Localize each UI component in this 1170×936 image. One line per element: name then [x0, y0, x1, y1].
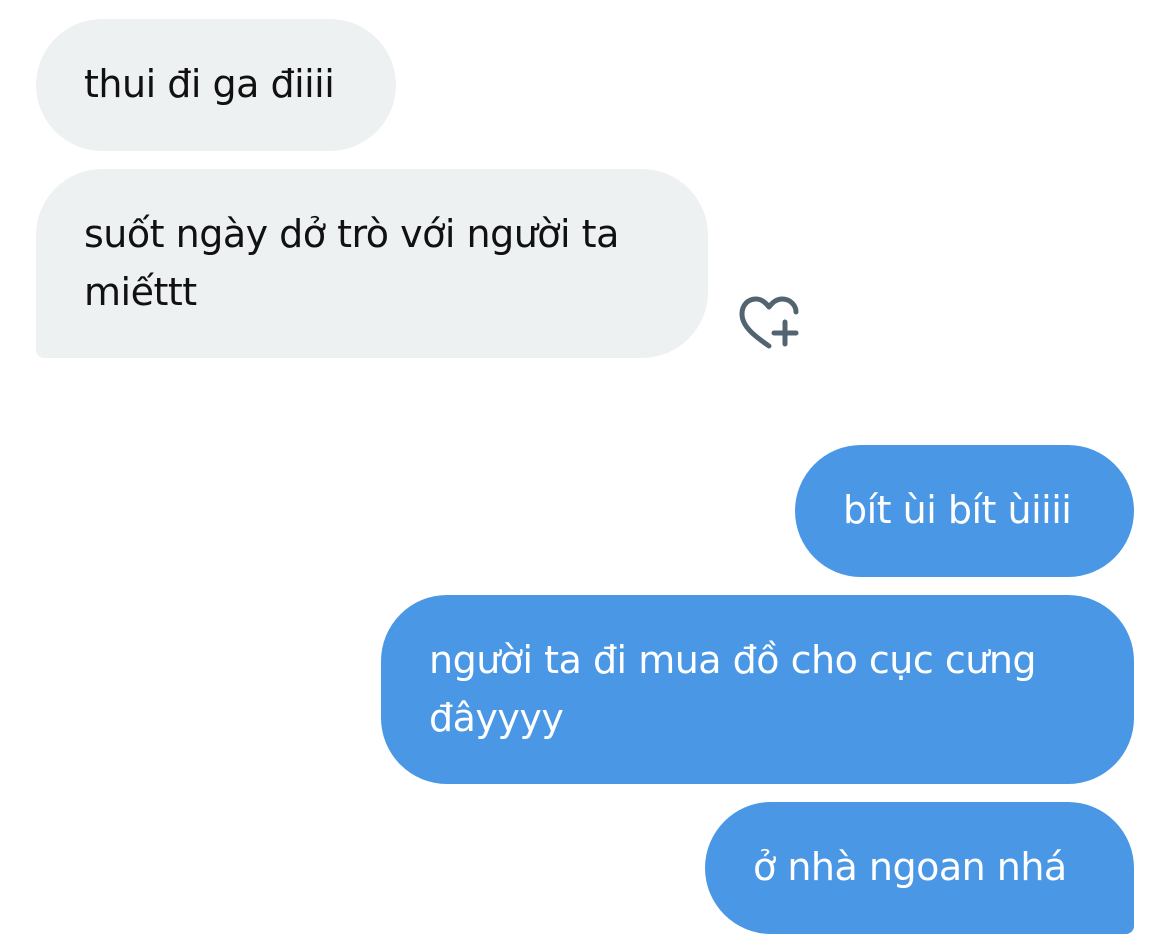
message-text: đâyyyy	[429, 696, 564, 740]
message-text: bít ùi bít ùiiii	[843, 488, 1072, 532]
message-text: miếttt	[84, 270, 197, 314]
outgoing-message[interactable]: người ta đi mua đồ cho cục cưng đâyyyy	[381, 595, 1134, 784]
incoming-message[interactable]: suốt ngày dở trò với người ta miếttt	[36, 169, 708, 358]
outgoing-message[interactable]: ở nhà ngoan nhá	[705, 802, 1134, 934]
outgoing-message[interactable]: bít ùi bít ùiiii	[795, 445, 1134, 577]
message-text: suốt ngày dở trò với người ta	[84, 212, 619, 256]
add-reaction-button[interactable]	[736, 294, 802, 354]
message-text: ở nhà ngoan nhá	[753, 845, 1067, 889]
heart-plus-icon	[739, 296, 799, 349]
message-text: thui đi ga điiii	[84, 62, 335, 106]
message-text: người ta đi mua đồ cho cục cưng	[429, 638, 1037, 682]
incoming-message[interactable]: thui đi ga điiii	[36, 19, 396, 151]
